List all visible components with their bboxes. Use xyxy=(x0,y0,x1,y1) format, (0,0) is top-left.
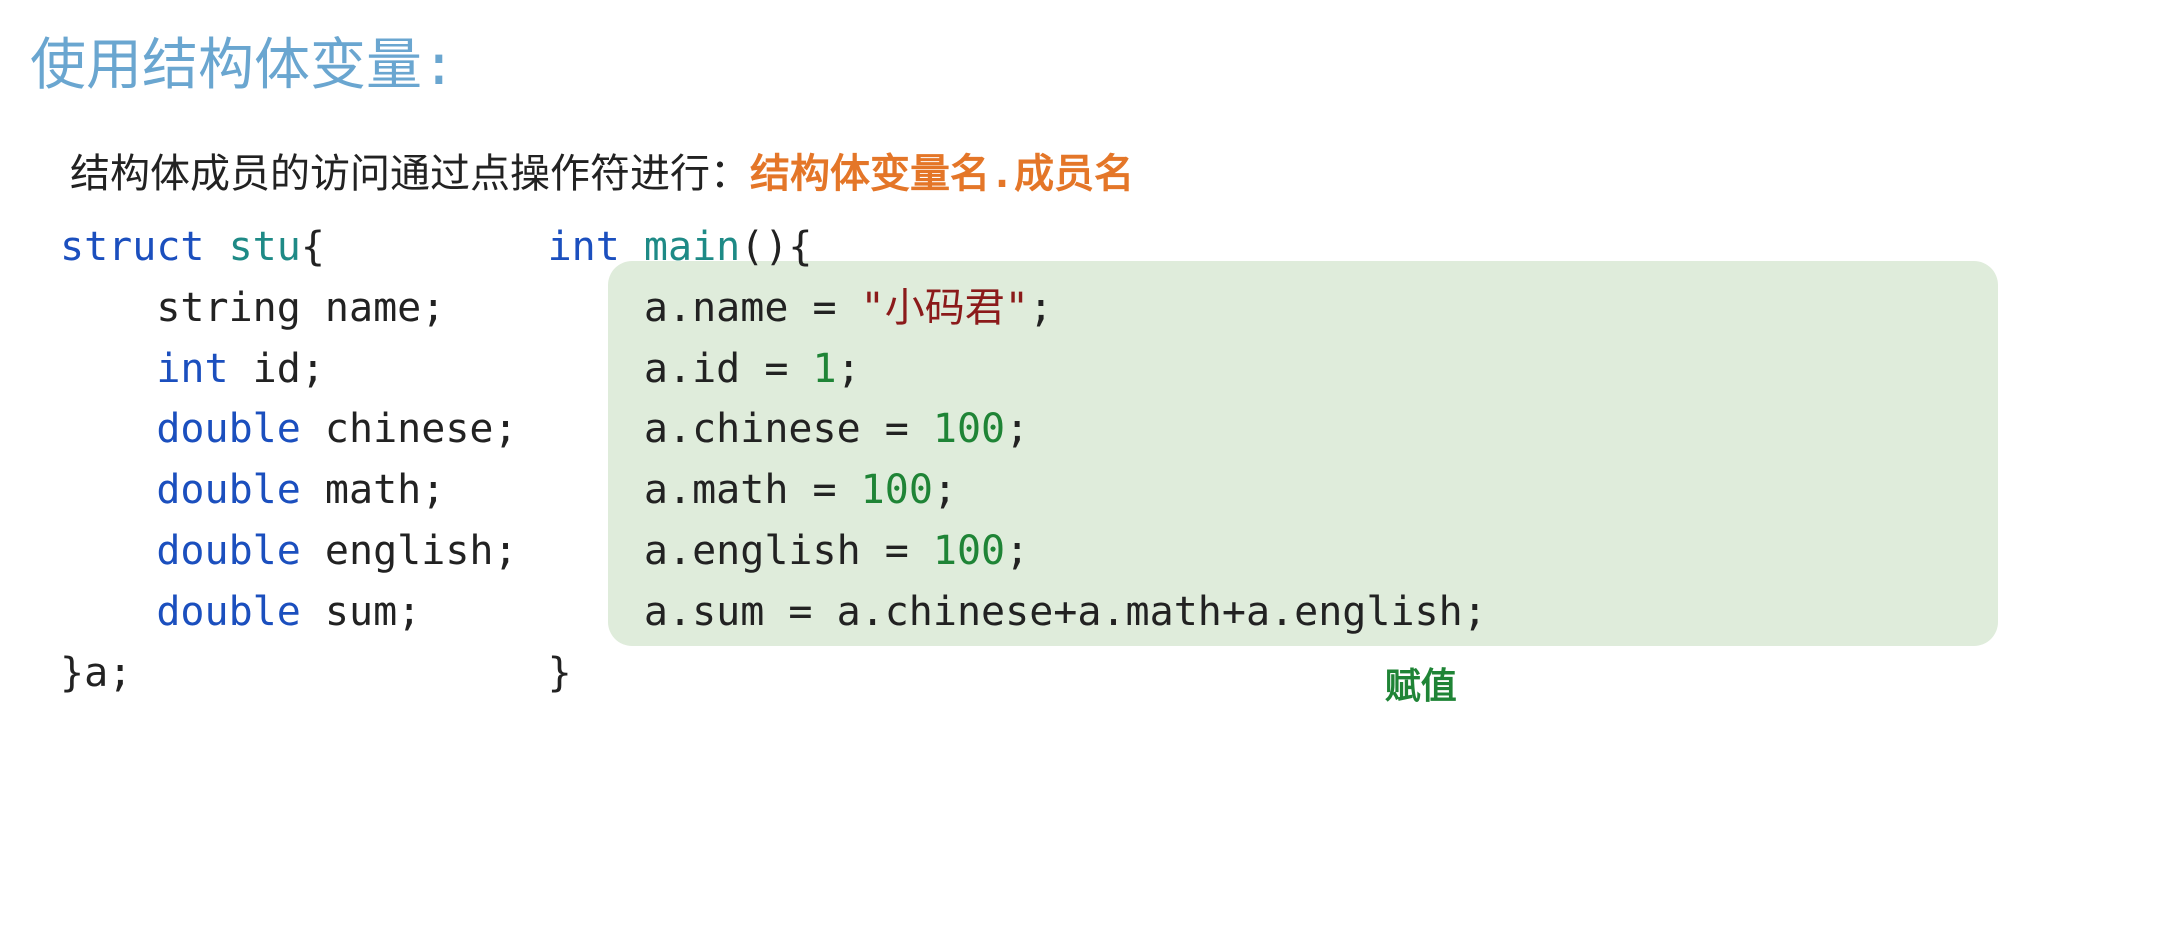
indent xyxy=(60,589,156,635)
kw-double: double xyxy=(156,528,301,574)
subline-prefix: 结构体成员的访问通过点操作符进行： xyxy=(70,151,750,197)
assign-english-lhs: a.english = xyxy=(548,528,933,574)
semicolon: ; xyxy=(837,346,861,392)
brace-open: { xyxy=(301,224,325,270)
kw-struct: struct xyxy=(60,224,205,270)
kw-double: double xyxy=(156,406,301,452)
assign-sum: a.sum = a.chinese+a.math+a.english; xyxy=(548,589,1487,635)
right-block: int main(){ a.name = "小码君"; a.id = 1; a.… xyxy=(548,217,1487,703)
assign-id-lhs: a.id = xyxy=(548,346,813,392)
member-name: string name; xyxy=(60,285,445,331)
num-100: 100 xyxy=(933,528,1005,574)
kw-double: double xyxy=(156,467,301,513)
indent xyxy=(60,406,156,452)
assign-math-lhs: a.math = xyxy=(548,467,861,513)
headline: 使用结构体变量: xyxy=(30,20,2146,101)
fn-main: main xyxy=(620,224,740,270)
brace-close-a: }a; xyxy=(60,650,132,696)
kw-int: int xyxy=(548,224,620,270)
member-english: english; xyxy=(301,528,518,574)
assign-name-lhs: a.name = xyxy=(548,285,861,331)
string-literal: "小码君" xyxy=(861,285,1029,331)
kw-double: double xyxy=(156,589,301,635)
indent xyxy=(60,467,156,513)
indent xyxy=(60,346,156,392)
member-id: id; xyxy=(229,346,325,392)
slide: 使用结构体变量: 结构体成员的访问通过点操作符进行：结构体变量名.成员名 str… xyxy=(0,0,2176,733)
main-parens: (){ xyxy=(740,224,812,270)
code-columns: struct stu{ string name; int id; double … xyxy=(60,217,2146,703)
semicolon: ; xyxy=(1005,406,1029,452)
member-math: math; xyxy=(301,467,446,513)
semicolon: ; xyxy=(933,467,957,513)
subline-emphasis: 结构体变量名.成员名 xyxy=(750,151,1134,197)
subline: 结构体成员的访问通过点操作符进行：结构体变量名.成员名 xyxy=(70,141,2146,199)
semicolon: ; xyxy=(1029,285,1053,331)
num-100: 100 xyxy=(861,467,933,513)
right-code-block: int main(){ a.name = "小码君"; a.id = 1; a.… xyxy=(548,217,1487,703)
type-stu: stu xyxy=(205,224,301,270)
semicolon: ; xyxy=(1005,528,1029,574)
kw-int: int xyxy=(156,346,228,392)
brace-close: } xyxy=(548,650,572,696)
assign-chinese-lhs: a.chinese = xyxy=(548,406,933,452)
num-100: 100 xyxy=(933,406,1005,452)
member-sum: sum; xyxy=(301,589,421,635)
num-1: 1 xyxy=(812,346,836,392)
left-code-block: struct stu{ string name; int id; double … xyxy=(60,217,518,703)
indent xyxy=(60,528,156,574)
member-chinese: chinese; xyxy=(301,406,518,452)
